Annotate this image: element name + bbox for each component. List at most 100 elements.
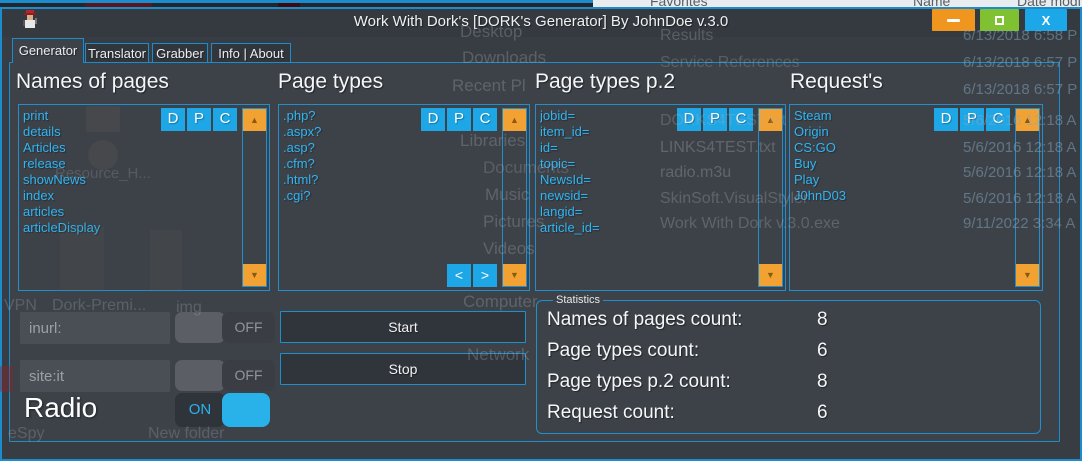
close-button[interactable]: X (1025, 9, 1067, 31)
c-button[interactable]: C (473, 108, 497, 131)
close-icon: X (1042, 13, 1051, 28)
list-item[interactable]: Steam (794, 108, 927, 124)
page-types-p2-items: jobid=item_id=id=topic=NewsId=newsid=lan… (540, 108, 670, 287)
list-item[interactable]: Buy (794, 156, 927, 172)
scroll-up-icon[interactable]: ▲ (503, 109, 526, 131)
scrollbar[interactable]: ▲ ▼ (758, 108, 783, 287)
inurl-field[interactable] (20, 312, 170, 344)
stat-label: Names of pages count: (547, 309, 742, 330)
tab-generator[interactable]: Generator (12, 38, 84, 63)
scroll-up-icon[interactable]: ▲ (243, 109, 266, 131)
list-item[interactable]: NewsId= (540, 172, 670, 188)
list-item[interactable]: id= (540, 140, 670, 156)
site-toggle[interactable]: OFF (175, 360, 275, 391)
list-item[interactable]: langid= (540, 204, 670, 220)
scroll-down-icon[interactable]: ▼ (759, 264, 782, 286)
scroll-down-icon[interactable]: ▼ (1016, 264, 1039, 286)
radio-label: Radio (24, 392, 97, 424)
stat-value: 8 (817, 371, 828, 393)
inurl-toggle[interactable]: OFF (175, 312, 275, 343)
c-button[interactable]: C (986, 108, 1010, 131)
start-button[interactable]: Start (280, 311, 526, 343)
c-button[interactable]: C (213, 108, 237, 131)
list-item[interactable]: index (23, 188, 154, 204)
list-item[interactable]: .html? (283, 172, 414, 188)
list-item[interactable]: Origin (794, 124, 927, 140)
scrollbar[interactable]: ▲ ▼ (502, 108, 527, 287)
scroll-down-icon[interactable]: ▼ (243, 264, 266, 286)
stat-row: Page types p.2 count: 8 (547, 371, 1030, 397)
d-button[interactable]: D (161, 108, 185, 131)
app-icon (22, 10, 38, 34)
list-item[interactable]: details (23, 124, 154, 140)
p-button[interactable]: P (187, 108, 211, 131)
minimize-button[interactable] (932, 9, 975, 31)
toggle-state-label: ON (175, 393, 225, 427)
list-item[interactable]: CS:GO (794, 140, 927, 156)
page-types-p2-listbox[interactable]: jobid=item_id=id=topic=NewsId=newsid=lan… (535, 104, 786, 291)
toggle-state-label: OFF (222, 360, 275, 391)
list-item[interactable]: jobid= (540, 108, 670, 124)
names-of-pages-listbox[interactable]: printdetailsArticlesreleaseshowNewsindex… (18, 104, 270, 291)
scrollbar[interactable]: ▲ ▼ (242, 108, 267, 287)
statistics-groupbox: Statistics Names of pages count: 8 Page … (536, 300, 1041, 434)
page-types-label: Page types (278, 70, 383, 94)
requests-items: SteamOriginCS:GOBuyPlayJ0hnD03 (794, 108, 927, 287)
page-types-p2-label: Page types p.2 (535, 70, 675, 94)
screen: Favorites Name Date modified Work With D… (0, 0, 1082, 461)
stop-button[interactable]: Stop (280, 353, 526, 385)
p-button[interactable]: P (447, 108, 471, 131)
names-of-pages-items: printdetailsArticlesreleaseshowNewsindex… (23, 108, 154, 287)
page-types-listbox[interactable]: .php?.aspx?.asp?.cfm?.html?.cgi? D P C <… (278, 104, 530, 291)
stat-value: 6 (817, 340, 828, 362)
list-item[interactable]: .asp? (283, 140, 414, 156)
requests-listbox[interactable]: SteamOriginCS:GOBuyPlayJ0hnD03 D P C ▲ ▼ (789, 104, 1043, 291)
list-item[interactable]: articleDisplay (23, 220, 154, 236)
list-item[interactable]: article_id= (540, 220, 670, 236)
stat-value: 8 (817, 309, 828, 331)
d-button[interactable]: D (421, 108, 445, 131)
list-item[interactable]: topic= (540, 156, 670, 172)
scrollbar[interactable]: ▲ ▼ (1015, 108, 1040, 287)
p-button[interactable]: P (960, 108, 984, 131)
list-item[interactable]: newsid= (540, 188, 670, 204)
window-title: Work With Dork's [DORK's Generator] By J… (0, 13, 1082, 30)
stat-label: Page types p.2 count: (547, 371, 731, 392)
stat-row: Request count: 6 (547, 402, 1030, 428)
scroll-up-icon[interactable]: ▲ (759, 109, 782, 131)
list-item[interactable]: release (23, 156, 154, 172)
tab-grabber[interactable]: Grabber (152, 43, 208, 63)
list-item[interactable]: articles (23, 204, 154, 220)
site-field[interactable] (20, 360, 170, 392)
list-item[interactable]: showNews (23, 172, 154, 188)
list-item[interactable]: print (23, 108, 154, 124)
toggle-knob (222, 393, 270, 427)
d-button[interactable]: D (677, 108, 701, 131)
list-item[interactable]: item_id= (540, 124, 670, 140)
tab-info-about[interactable]: Info | About (211, 43, 291, 63)
stat-value: 6 (817, 402, 828, 424)
tab-translator[interactable]: Translator (85, 43, 149, 63)
scroll-down-icon[interactable]: ▼ (503, 264, 526, 286)
radio-toggle[interactable]: ON (175, 393, 270, 427)
move-left-button[interactable]: < (447, 264, 471, 287)
requests-label: Request's (790, 70, 883, 94)
d-button[interactable]: D (934, 108, 958, 131)
p-button[interactable]: P (703, 108, 727, 131)
list-item[interactable]: .php? (283, 108, 414, 124)
page-types-items: .php?.aspx?.asp?.cfm?.html?.cgi? (283, 108, 414, 287)
maximize-button[interactable] (980, 9, 1019, 31)
move-right-button[interactable]: > (473, 264, 497, 287)
maximize-icon (995, 16, 1004, 25)
c-button[interactable]: C (729, 108, 753, 131)
toggle-knob (175, 360, 225, 391)
list-item[interactable]: .aspx? (283, 124, 414, 140)
scroll-up-icon[interactable]: ▲ (1016, 109, 1039, 131)
toggle-state-label: OFF (222, 312, 275, 343)
list-item[interactable]: .cgi? (283, 188, 414, 204)
list-item[interactable]: Play (794, 172, 927, 188)
names-of-pages-label: Names of pages (16, 70, 169, 94)
list-item[interactable]: Articles (23, 140, 154, 156)
list-item[interactable]: J0hnD03 (794, 188, 927, 204)
list-item[interactable]: .cfm? (283, 156, 414, 172)
